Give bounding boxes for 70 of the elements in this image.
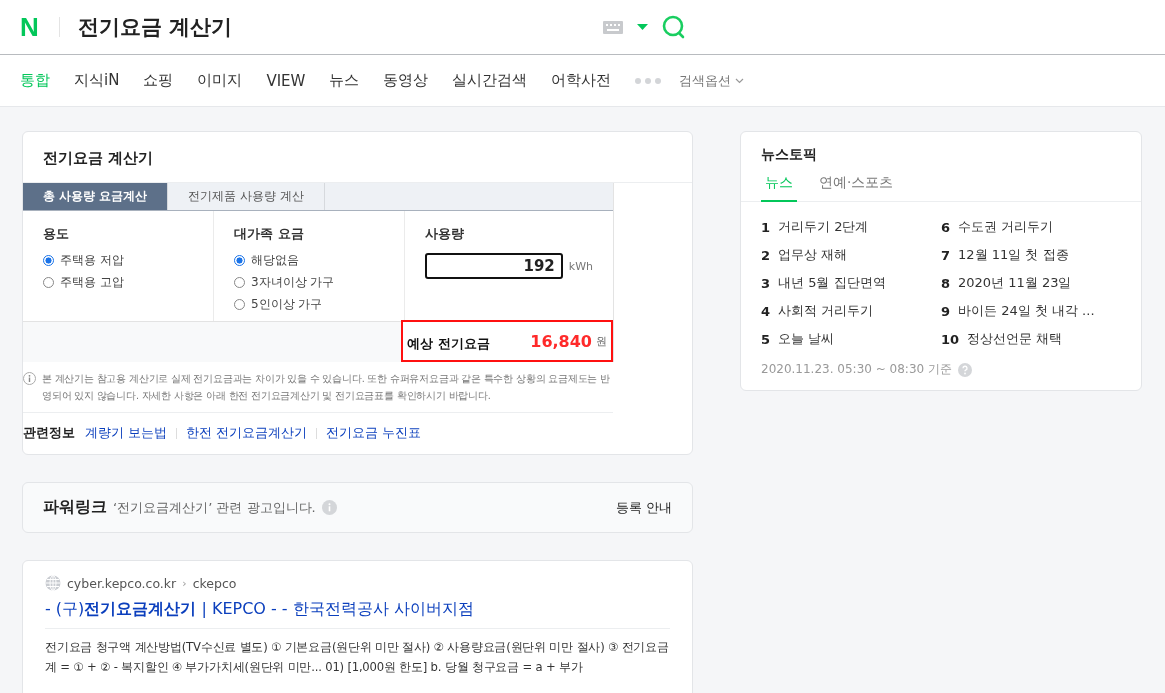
group-label: 대가족 요금: [234, 225, 305, 243]
rank-number: 2: [761, 247, 771, 263]
breadcrumb-separator: ›: [182, 576, 187, 590]
unit-label: kWh: [568, 259, 593, 273]
globe-icon: [45, 575, 61, 591]
card-title: 뉴스토픽: [760, 145, 818, 164]
news-topic-link[interactable]: 정상선언문 채택: [967, 330, 1063, 348]
nav-tab[interactable]: 뉴스: [329, 71, 360, 90]
nav-tab[interactable]: VIEW: [266, 71, 306, 90]
powerlink-description: ‘전기요금계산기’ 관련 광고입니다.: [113, 498, 316, 517]
news-topic-link[interactable]: 거리두기 2단계: [778, 218, 869, 236]
related-link[interactable]: 전기요금 누진표: [325, 425, 421, 442]
rank-number: 5: [761, 331, 771, 347]
nav-tab[interactable]: 이미지: [197, 71, 243, 90]
estimate-label: 예상 전기요금: [407, 335, 491, 353]
news-topic-link[interactable]: 업무상 재해: [778, 246, 848, 264]
estimate-amount: 16,840: [530, 331, 592, 351]
calculator-tab[interactable]: 전기제품 사용량 계산: [168, 183, 325, 210]
result-snippet: 전기요금 청구액 계산방법(TV수신료 별도) ① 기본요금(원단위 미만 절사) ② 사용량요금(원단위 미만 절사) ③ 전기요금계 = ① + ② - 복지할인 ④ 부가가치세(원단위 미만... 01) [1,000원 한도] b. 당월 청구요금 = a + 부가: [45, 639, 670, 676]
info-icon: [23, 372, 36, 385]
nav-tab[interactable]: 실시간검색: [452, 71, 528, 90]
notice-text: 본 계산기는 참고용 계산기로 실제 전기요금과는 차이가 있을 수 있습니다. 또한 슈퍼유저요금과 같은 특수한 상황의 요금제도는 반영되어 있지 않습니다. 자세한 사항은 아래 한전 전기요금계산기 및 전기요금표를 확인하시기 바랍니다.: [42, 372, 611, 403]
search-icon[interactable]: [661, 14, 686, 40]
keyboard-icon[interactable]: [602, 20, 623, 34]
news-topic-link[interactable]: 2020년 11월 23일: [958, 274, 1072, 292]
nav-tab[interactable]: 동영상: [383, 71, 429, 90]
calculator-tab[interactable]: 총 사용량 요금계산: [23, 183, 169, 210]
search-query[interactable]: 전기요금 계산기: [77, 13, 598, 41]
rank-number: 7: [941, 247, 951, 263]
radio-option[interactable]: 주택용 고압: [43, 271, 193, 293]
result-title-link[interactable]: - (구)전기요금계산기 | KEPCO - - 한국전력공사 사이버지점: [45, 599, 670, 620]
info-icon[interactable]: [321, 500, 337, 515]
register-link[interactable]: 등록 안내: [615, 498, 672, 517]
news-topic-link[interactable]: 내년 5월 집단면역: [778, 274, 886, 292]
rank-number: 10: [941, 331, 960, 347]
radio-option[interactable]: 해당없음: [234, 249, 384, 271]
group-label: 용도: [43, 225, 70, 243]
more-icon[interactable]: [635, 77, 662, 84]
powerlink-title: 파워링크: [43, 497, 107, 518]
news-topic-link[interactable]: 오늘 날씨: [778, 330, 835, 348]
radio-option[interactable]: 3자녀이상 가구: [234, 271, 384, 293]
rank-number: 4: [761, 303, 771, 319]
timestamp-text: 2020.11.23. 05:30 ~ 08:30 기준: [761, 361, 952, 378]
search-options-button[interactable]: 검색옵션: [679, 71, 745, 90]
news-tab[interactable]: 연예·스포츠: [815, 170, 898, 201]
nav-tab[interactable]: 지식iN: [74, 71, 120, 90]
usage-label: 사용량: [425, 225, 465, 243]
rank-number: 1: [761, 219, 771, 235]
related-label: 관련정보: [23, 425, 75, 442]
news-topic-link[interactable]: 바이든 24일 첫 내각 ...: [958, 302, 1095, 320]
nav-tab[interactable]: 어학사전: [551, 71, 612, 90]
rank-number: 3: [761, 275, 771, 291]
dropdown-icon[interactable]: [636, 24, 648, 30]
news-topic-link[interactable]: 사회적 거리두기: [778, 302, 874, 320]
chevron-down-icon: [735, 77, 745, 84]
site-path[interactable]: ckepco: [192, 575, 237, 591]
site-url[interactable]: cyber.kepco.co.kr: [67, 575, 177, 591]
help-icon[interactable]: [958, 362, 972, 377]
news-topic-link[interactable]: 수도권 거리두기: [958, 218, 1054, 236]
news-topic-link[interactable]: 12월 11일 첫 접종: [958, 246, 1069, 264]
rank-number: 6: [941, 219, 951, 235]
usage-input[interactable]: 192: [425, 253, 563, 279]
related-link[interactable]: 한전 전기요금계산기: [186, 425, 307, 442]
radio-option[interactable]: 주택용 저압: [43, 249, 193, 271]
rank-number: 9: [941, 303, 951, 319]
rank-number: 8: [941, 275, 951, 291]
currency-label: 원: [596, 333, 607, 349]
nav-tab[interactable]: 쇼핑: [143, 71, 174, 90]
radio-option[interactable]: 5인이상 가구: [234, 293, 384, 315]
related-link[interactable]: 계량기 보는법: [85, 425, 167, 442]
